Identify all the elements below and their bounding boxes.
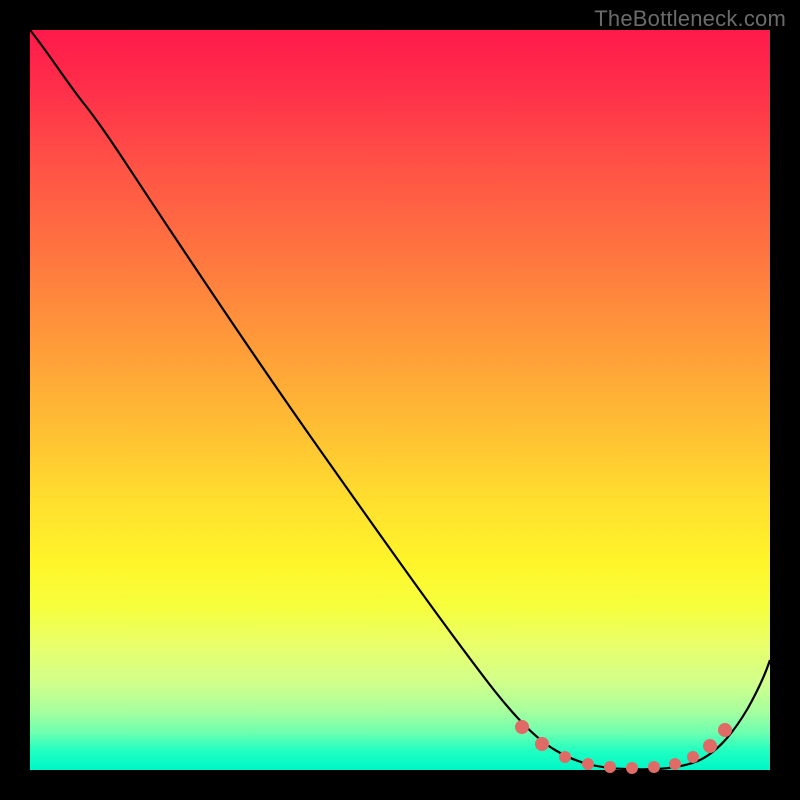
marker-dot bbox=[582, 758, 594, 770]
marker-dot bbox=[703, 739, 717, 753]
bottleneck-curve bbox=[30, 30, 770, 769]
marker-dot bbox=[626, 762, 638, 774]
marker-dot bbox=[604, 761, 616, 773]
marker-dot bbox=[718, 723, 732, 737]
marker-dot bbox=[687, 751, 699, 763]
watermark-text: TheBottleneck.com bbox=[594, 6, 786, 32]
marker-dot bbox=[535, 737, 549, 751]
marker-dot bbox=[669, 758, 681, 770]
marker-dot bbox=[515, 720, 529, 734]
chart-svg bbox=[30, 30, 770, 770]
chart-frame: TheBottleneck.com bbox=[0, 0, 800, 800]
marker-dot bbox=[648, 761, 660, 773]
plot-area bbox=[30, 30, 770, 770]
marker-dot bbox=[559, 751, 571, 763]
optimal-region-dots bbox=[515, 720, 732, 774]
